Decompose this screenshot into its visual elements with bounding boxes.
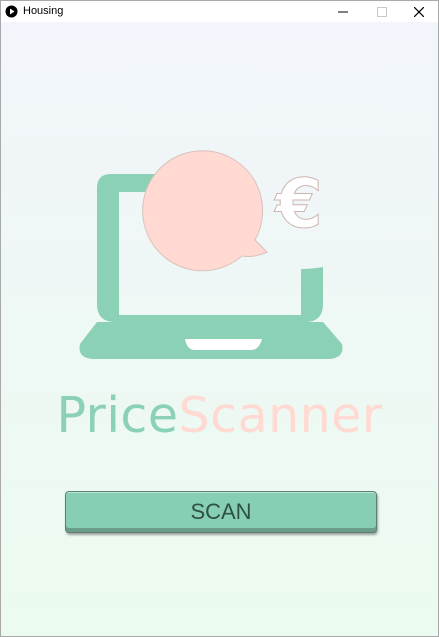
close-button[interactable] — [401, 1, 437, 22]
scan-button[interactable]: SCAN — [65, 491, 377, 533]
brand-wordmark: PriceScanner — [1, 386, 438, 446]
app-window: Housing € PriceScanner SCAN — [0, 0, 439, 637]
scan-button-label: SCAN — [190, 499, 252, 524]
title-bar[interactable]: Housing — [1, 1, 438, 22]
minimize-button[interactable] — [325, 1, 361, 22]
app-icon — [5, 5, 18, 18]
brand-part-price: Price — [56, 387, 179, 444]
main-content: € PriceScanner SCAN — [1, 22, 438, 636]
maximize-icon — [377, 6, 387, 17]
maximize-button[interactable] — [364, 1, 400, 22]
minimize-icon — [338, 11, 348, 12]
close-icon — [414, 6, 424, 17]
euro-symbol: € — [273, 165, 322, 244]
window-title: Housing — [23, 5, 64, 17]
euro-symbol-layer: € — [273, 165, 323, 245]
brand-part-scanner: Scanner — [178, 387, 383, 444]
